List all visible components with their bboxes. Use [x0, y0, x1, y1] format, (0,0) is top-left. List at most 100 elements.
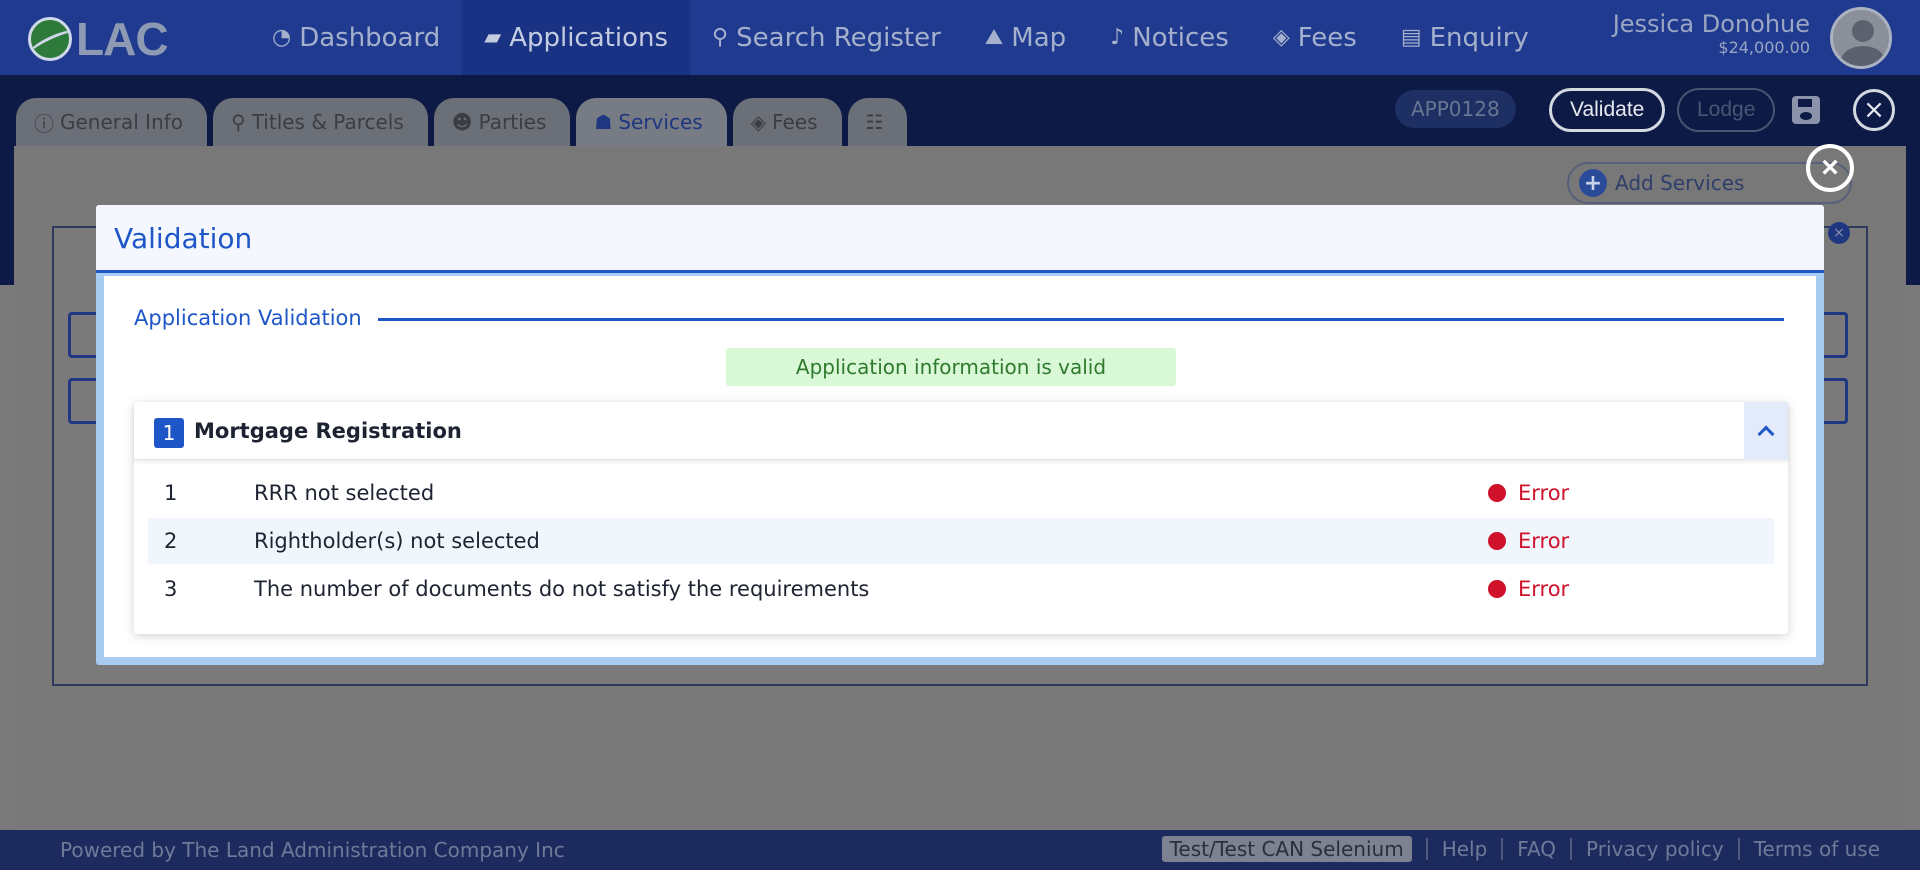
tab-label: General Info — [60, 110, 184, 134]
row-message: RRR not selected — [254, 481, 435, 505]
save-icon[interactable] — [1792, 96, 1820, 124]
user-name: Jessica Donohue — [1612, 10, 1810, 38]
footer-link-privacy[interactable]: Privacy policy — [1586, 837, 1724, 861]
bell-icon: ♪ — [1110, 25, 1125, 50]
nav-enquiry[interactable]: ▤ Enquiry — [1379, 0, 1551, 75]
nav-search-register[interactable]: ⚲ Search Register — [690, 0, 963, 75]
status-label: Error — [1518, 577, 1570, 601]
tab-services[interactable]: ☗ Services — [576, 98, 727, 146]
tab-general-info[interactable]: ⓘ General Info — [16, 98, 208, 146]
service-validation-card: 1 Mortgage Registration 1 RRR not select… — [134, 402, 1788, 634]
table-row: 1 RRR not selected Error — [148, 470, 1774, 516]
tag-icon: ◈ — [750, 110, 767, 134]
application-number: APP0128 — [1395, 90, 1516, 128]
avatar[interactable] — [1830, 7, 1892, 69]
modal-header: Validation — [96, 205, 1824, 273]
service-header[interactable]: 1 Mortgage Registration — [134, 402, 1788, 460]
plus-icon: + — [1579, 169, 1607, 197]
folder-icon: ▰ — [484, 25, 502, 50]
nav-map[interactable]: ⛰ Map — [963, 0, 1088, 75]
modal-title: Validation — [114, 222, 253, 255]
nav-label: Map — [1011, 22, 1067, 53]
nav-label: Search Register — [736, 22, 941, 53]
lac-logo[interactable]: LAC — [28, 12, 169, 66]
divider — [1737, 838, 1740, 860]
divider — [1501, 838, 1504, 860]
chat-icon: ▤ — [1400, 25, 1422, 50]
tab-titles-parcels[interactable]: ⚲ Titles & Parcels — [213, 98, 428, 146]
status-label: Error — [1518, 529, 1570, 553]
validate-button[interactable]: Validate — [1549, 88, 1666, 132]
modal-close-button[interactable]: × — [1806, 144, 1854, 192]
lodge-button[interactable]: Lodge — [1677, 88, 1776, 132]
tab-group[interactable]: ☷ — [847, 98, 908, 146]
tab-label: Parties — [478, 110, 547, 134]
nav-dashboard[interactable]: ◔ Dashboard — [250, 0, 462, 75]
close-icon: × — [1821, 151, 1839, 184]
row-number: 2 — [164, 529, 178, 553]
table-row: 3 The number of documents do not satisfy… — [148, 566, 1774, 612]
footer-link-terms[interactable]: Terms of use — [1754, 837, 1880, 861]
application-tabs: ⓘ General Info ⚲ Titles & Parcels ☻ Part… — [16, 98, 908, 146]
status-badge: Error — [1488, 577, 1569, 601]
footer-link-faq[interactable]: FAQ — [1517, 837, 1556, 861]
nav-label: Dashboard — [299, 22, 441, 53]
nav-applications[interactable]: ▰ Applications — [462, 0, 691, 75]
close-icon[interactable]: × — [1828, 222, 1850, 244]
row-number: 3 — [164, 577, 178, 601]
service-name: Mortgage Registration — [194, 419, 462, 443]
tab-label: Fees — [772, 110, 818, 134]
pin-icon: ⚲ — [231, 110, 246, 134]
modal-body: Application Validation Application infor… — [104, 276, 1816, 657]
divider — [1570, 838, 1573, 860]
nav-label: Enquiry — [1429, 22, 1529, 53]
validation-modal: Validation Application Validation Applic… — [96, 205, 1824, 665]
row-number: 1 — [164, 481, 178, 505]
footer-link-help[interactable]: Help — [1442, 837, 1488, 861]
add-services-label: Add Services — [1615, 171, 1745, 195]
top-navbar: LAC ◔ Dashboard ▰ Applications ⚲ Search … — [0, 0, 1920, 75]
tab-label: Services — [618, 110, 703, 134]
status-label: Error — [1518, 481, 1570, 505]
tab-label: Titles & Parcels — [251, 110, 404, 134]
people-icon: ☻ — [451, 110, 473, 134]
collapse-toggle[interactable] — [1744, 402, 1788, 460]
environment-badge: Test/Test CAN Selenium — [1161, 836, 1412, 862]
table-row: 2 Rightholder(s) not selected Error — [148, 518, 1774, 564]
error-dot-icon — [1488, 580, 1506, 598]
error-dot-icon — [1488, 532, 1506, 550]
footer: Powered by The Land Administration Compa… — [0, 830, 1920, 870]
error-dot-icon — [1488, 484, 1506, 502]
row-message: The number of documents do not satisfy t… — [254, 577, 870, 601]
user-info[interactable]: Jessica Donohue $24,000.00 — [1613, 10, 1810, 57]
globe-icon — [28, 17, 72, 61]
main-nav: ◔ Dashboard ▰ Applications ⚲ Search Regi… — [250, 0, 1551, 75]
search-icon: ⚲ — [712, 25, 729, 50]
logo-text: LAC — [76, 13, 169, 65]
nav-label: Applications — [509, 22, 669, 53]
tab-fees[interactable]: ◈ Fees — [732, 98, 842, 146]
valid-message: Application information is valid — [726, 348, 1176, 386]
nav-label: Notices — [1132, 22, 1229, 53]
nav-label: Fees — [1297, 22, 1357, 53]
status-badge: Error — [1488, 481, 1569, 505]
info-icon: ⓘ — [34, 111, 54, 136]
section-divider — [134, 318, 1784, 321]
dashboard-icon: ◔ — [272, 25, 292, 50]
nav-notices[interactable]: ♪ Notices — [1088, 0, 1251, 75]
tab-parties[interactable]: ☻ Parties — [433, 98, 571, 146]
row-message: Rightholder(s) not selected — [254, 529, 540, 553]
nav-fees[interactable]: ◈ Fees — [1251, 0, 1379, 75]
status-badge: Error — [1488, 529, 1569, 553]
user-balance: $24,000.00 — [1718, 38, 1810, 57]
footer-links: Test/Test CAN Selenium Help FAQ Privacy … — [1161, 836, 1880, 862]
divider — [1425, 838, 1428, 860]
group-icon: ☷ — [865, 110, 884, 134]
map-icon: ⛰ — [984, 25, 1004, 50]
powered-by: Powered by The Land Administration Compa… — [60, 838, 565, 862]
chevron-up-icon — [1757, 425, 1775, 443]
service-number: 1 — [154, 418, 184, 448]
section-title: Application Validation — [134, 306, 378, 330]
close-icon[interactable]: × — [1853, 89, 1895, 131]
tag-icon: ◈ — [1272, 25, 1290, 50]
